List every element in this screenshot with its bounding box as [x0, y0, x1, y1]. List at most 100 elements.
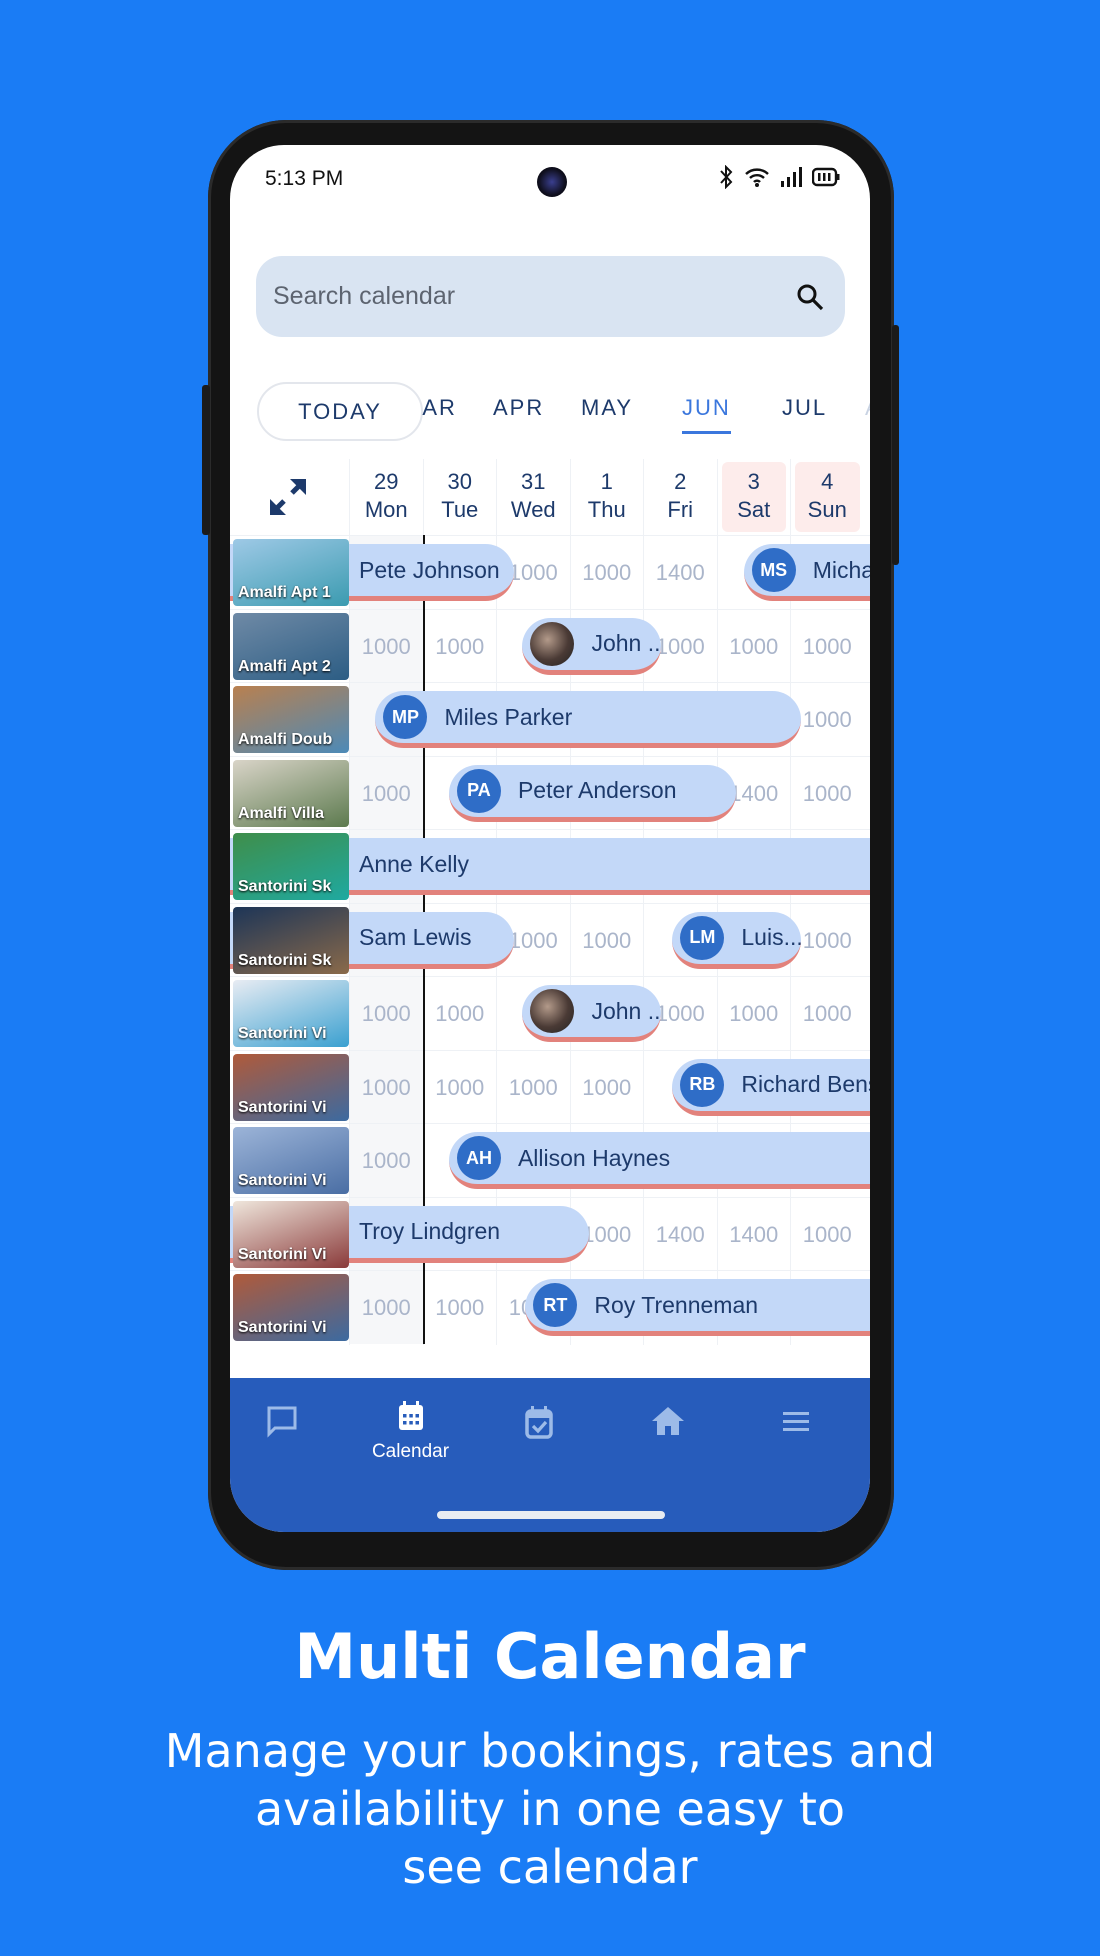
- month-tab-au[interactable]: AU: [865, 395, 870, 421]
- booking-bar[interactable]: PA Peter Anderson: [448, 764, 737, 822]
- month-tab-mar[interactable]: MAR: [420, 395, 457, 421]
- day-of-week: Wed: [510, 497, 556, 522]
- rate-cell[interactable]: 1000: [349, 756, 423, 830]
- rate-cell[interactable]: 1000: [790, 977, 864, 1051]
- guest-initials-avatar: AH: [456, 1136, 501, 1180]
- property-thumbnail[interactable]: Amalfi Apt 2: [233, 612, 349, 680]
- property-thumbnail[interactable]: Santorini Sk: [233, 906, 349, 974]
- rate-cell[interactable]: 1000: [569, 1050, 644, 1124]
- property-row: Santorini Vi 1000 AH Allison Haynes: [230, 1123, 870, 1198]
- property-row: Amalfi Apt 1 1000 1000 1400 Pete Johnson MS Mi…: [230, 535, 870, 610]
- nav-item-calendar[interactable]: Calendar: [366, 1398, 456, 1463]
- rate-cell[interactable]: 1400: [643, 1197, 717, 1271]
- rate-cell[interactable]: 1000: [349, 977, 423, 1051]
- rate-cell[interactable]: 1000: [716, 609, 791, 683]
- app-screen: 5:13 PM TODAY MAR APR MAY JUN JUL AU 29 Mon 30 T…: [230, 145, 870, 1532]
- rate-cell[interactable]: 1000: [790, 1197, 864, 1271]
- guest-name: Pete Johnson: [359, 556, 500, 583]
- month-tab-apr[interactable]: APR: [493, 395, 544, 421]
- booking-bar[interactable]: LM Luis...: [672, 911, 802, 969]
- nav-item-chat[interactable]: [237, 1403, 327, 1444]
- today-button[interactable]: TODAY: [257, 382, 423, 441]
- property-row: Santorini Vi 1000 1000 1000 1000 1000 John ...: [230, 976, 870, 1051]
- property-thumbnail[interactable]: Santorini Vi: [233, 980, 349, 1047]
- property-row: Santorini Sk 1000 1000 1000 Sam Lewis LM Luis.…: [230, 902, 870, 977]
- guest-photo-avatar: [530, 989, 575, 1033]
- property-thumbnail[interactable]: Amalfi Doub: [233, 686, 349, 753]
- rate-cell[interactable]: 1000: [349, 1124, 423, 1198]
- rate-cell[interactable]: 1000: [790, 683, 864, 757]
- calendar-grid: 29 Mon 30 Tue 31 Wed 1 Thu 2 Fri 3 Sat 4 Sun Amalfi Ap…: [230, 459, 870, 1345]
- chat-icon: [267, 1406, 297, 1438]
- property-name: Amalfi Apt 2: [238, 657, 331, 675]
- rate-cell[interactable]: 1000: [569, 536, 644, 610]
- booking-bar[interactable]: RB Richard Bens: [672, 1058, 870, 1116]
- property-row: Santorini Sk Anne Kelly: [230, 829, 870, 904]
- month-tab-may[interactable]: MAY: [581, 395, 633, 421]
- nav-item-home[interactable]: [623, 1403, 713, 1444]
- property-name: Santorini Sk: [238, 951, 332, 969]
- promo-title: Multi Calendar: [294, 1620, 806, 1693]
- guest-name: Allison Haynes: [517, 1144, 671, 1171]
- rate-cell[interactable]: 1000: [422, 609, 497, 683]
- rate-cell[interactable]: 1000: [422, 977, 497, 1051]
- rate-cell[interactable]: 1000: [790, 609, 864, 683]
- expand-icon[interactable]: [268, 477, 308, 517]
- property-thumbnail[interactable]: Santorini Vi: [233, 1053, 349, 1121]
- rate-cell[interactable]: 1400: [643, 536, 717, 610]
- day-header[interactable]: 29 Mon: [349, 459, 423, 535]
- rate-cell[interactable]: 1400: [716, 1197, 791, 1271]
- day-of-week: Sat: [737, 497, 771, 522]
- guest-name: Troy Lindgren: [359, 1218, 501, 1244]
- bluetooth-icon: [720, 165, 733, 189]
- booking-bar[interactable]: MP Miles Parker: [375, 691, 802, 748]
- search-input[interactable]: [273, 282, 733, 311]
- day-of-week: Fri: [667, 497, 694, 522]
- guest-name: Luis...: [741, 924, 802, 950]
- rate-cell[interactable]: 1000: [569, 903, 644, 977]
- rate-cell[interactable]: 1000: [716, 977, 791, 1051]
- property-thumbnail[interactable]: Santorini Vi: [233, 1200, 349, 1268]
- booking-bar[interactable]: John ...: [522, 985, 662, 1042]
- booking-bar[interactable]: RT Roy Trenneman: [525, 1279, 870, 1336]
- day-header[interactable]: 1 Thu: [569, 459, 644, 535]
- booking-bar[interactable]: MS Micha: [743, 544, 870, 601]
- month-tab-jun[interactable]: JUN: [682, 395, 731, 434]
- property-thumbnail[interactable]: Santorini Vi: [233, 1274, 349, 1341]
- day-header[interactable]: 30 Tue: [422, 459, 497, 535]
- camera-icon: [537, 167, 567, 197]
- rate-cell[interactable]: 1000: [422, 1271, 497, 1345]
- rate-cell[interactable]: 1000: [349, 1271, 423, 1345]
- month-tab-jul[interactable]: JUL: [782, 395, 827, 421]
- rate-cell[interactable]: 1000: [790, 903, 864, 977]
- rate-cell[interactable]: 1000: [422, 1050, 497, 1124]
- day-of-week: Tue: [441, 497, 479, 522]
- search-bar[interactable]: [256, 256, 845, 337]
- property-thumbnail[interactable]: Amalfi Villa: [233, 759, 349, 827]
- day-header[interactable]: 3 Sat: [716, 459, 791, 535]
- phone-volume-button: [202, 385, 210, 535]
- nav-item-calendar-check[interactable]: [494, 1403, 584, 1444]
- bottom-navigation: Calendar: [230, 1378, 870, 1532]
- rate-cell[interactable]: 1000: [790, 756, 864, 830]
- guest-initials-avatar: MP: [383, 695, 428, 739]
- search-icon[interactable]: [795, 282, 825, 312]
- day-header[interactable]: 31 Wed: [496, 459, 570, 535]
- booking-bar[interactable]: John ...: [522, 617, 662, 675]
- property-thumbnail[interactable]: Santorini Sk: [233, 833, 349, 900]
- property-name: Amalfi Apt 1: [238, 584, 331, 601]
- guest-initials-avatar: RB: [680, 1062, 725, 1107]
- month-selector[interactable]: MAR APR MAY JUN JUL AU: [420, 395, 870, 435]
- rate-cell[interactable]: 1000: [349, 609, 423, 683]
- rate-cell[interactable]: 1000: [496, 1050, 570, 1124]
- property-thumbnail[interactable]: Santorini Vi: [233, 1127, 349, 1194]
- day-header[interactable]: 4 Sun: [790, 459, 864, 535]
- property-thumbnail[interactable]: Amalfi Apt 1: [233, 539, 349, 606]
- booking-bar[interactable]: AH Allison Haynes: [448, 1132, 870, 1189]
- rate-cell[interactable]: 1000: [349, 1050, 423, 1124]
- home-indicator[interactable]: [437, 1511, 665, 1519]
- nav-item-menu[interactable]: [751, 1403, 841, 1444]
- guest-name: Miles Parker: [444, 703, 573, 730]
- day-header[interactable]: 2 Fri: [643, 459, 717, 535]
- day-number: 30: [447, 469, 472, 494]
